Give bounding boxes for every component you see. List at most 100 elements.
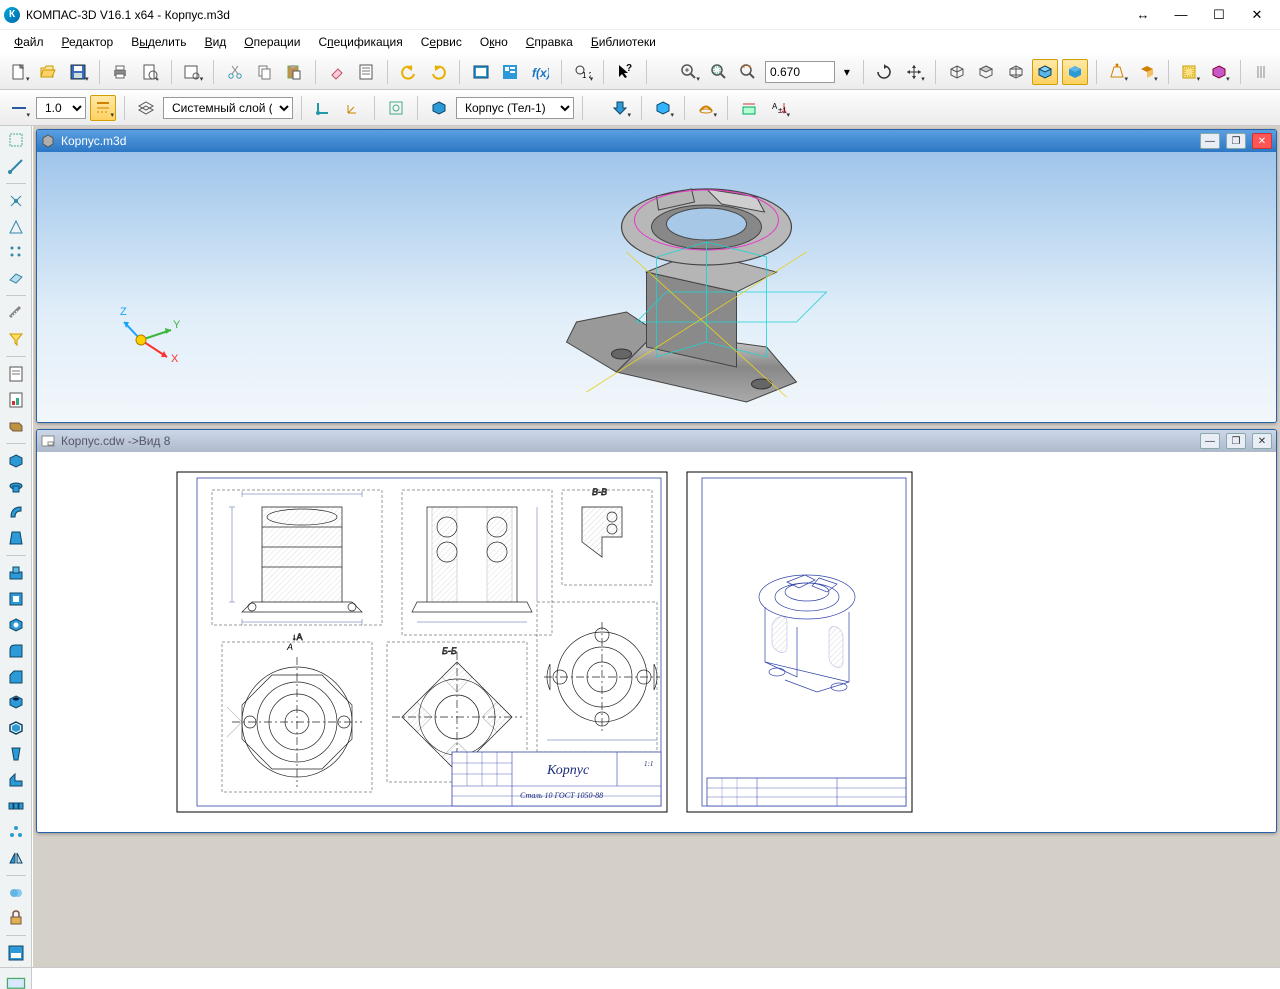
preview-sheet-button[interactable]: ▾	[180, 59, 206, 85]
menu-help[interactable]: Справка	[518, 32, 581, 52]
fillet-tool[interactable]	[3, 639, 29, 663]
hole-tool[interactable]	[3, 691, 29, 715]
print-preview-button[interactable]	[137, 59, 163, 85]
menu-file[interactable]: Файл	[6, 32, 52, 52]
win3d-restore[interactable]: ❐	[1226, 133, 1246, 149]
surface-button[interactable]: ▾	[693, 95, 719, 121]
line-type-toggle[interactable]: ▾	[90, 95, 116, 121]
menu-specification[interactable]: Спецификация	[310, 32, 410, 52]
variables-button[interactable]: f(x)	[527, 59, 553, 85]
menu-window[interactable]: Окно	[472, 32, 516, 52]
print-button[interactable]	[108, 59, 134, 85]
ucs-button[interactable]	[340, 95, 366, 121]
body-ops-tool[interactable]	[3, 881, 29, 905]
resize-handle-icon[interactable]: ↔	[1124, 2, 1162, 28]
extrude-toggle-button[interactable]: ▾	[607, 95, 633, 121]
appearance-button[interactable]: ▾	[1206, 59, 1232, 85]
lock-tool[interactable]	[3, 907, 29, 931]
cut-extrude-tool[interactable]	[3, 587, 29, 611]
boss-tool[interactable]	[3, 561, 29, 585]
save-button[interactable]: ▾	[65, 59, 91, 85]
zoom-dropdown[interactable]: ▾	[839, 59, 855, 85]
pattern-linear-tool[interactable]	[3, 794, 29, 818]
view-shaded-wire-button[interactable]	[1032, 59, 1058, 85]
dock-tool[interactable]	[3, 941, 29, 965]
view-front-button[interactable]	[973, 59, 999, 85]
projection-button[interactable]	[383, 95, 409, 121]
properties-button[interactable]	[353, 59, 379, 85]
viewport-3d[interactable]: Z Y X	[37, 152, 1276, 422]
paste-button[interactable]	[281, 59, 307, 85]
layer-select[interactable]: Системный слой (0)	[163, 97, 293, 119]
menu-editor[interactable]: Редактор	[54, 32, 122, 52]
select-tool[interactable]	[3, 128, 29, 152]
perspective-button[interactable]: ▾	[1105, 59, 1131, 85]
view-wireframe-button[interactable]	[1003, 59, 1029, 85]
close-button[interactable]: ✕	[1238, 2, 1276, 28]
end-grip-icon[interactable]	[1249, 59, 1275, 85]
plane-tool[interactable]	[3, 266, 29, 290]
sheetmetal-tool[interactable]	[3, 414, 29, 438]
open-button[interactable]	[36, 59, 62, 85]
grid-tool[interactable]	[3, 241, 29, 265]
render-settings-button[interactable]: ▾	[1177, 59, 1203, 85]
menu-service[interactable]: Сервис	[413, 32, 470, 52]
text-sort-button[interactable]: A±1▾	[766, 95, 792, 121]
new-button[interactable]: ▾	[6, 59, 32, 85]
menu-select[interactable]: Выделить	[123, 32, 194, 52]
cmd-opt-1[interactable]	[5, 976, 27, 988]
linewidth-select[interactable]: 1.0	[36, 97, 86, 119]
chamfer-tool[interactable]	[3, 665, 29, 689]
draft-tool[interactable]	[3, 742, 29, 766]
win2d-close[interactable]: ✕	[1252, 433, 1272, 449]
filter-tool[interactable]	[3, 327, 29, 351]
menu-libraries[interactable]: Библиотеки	[583, 32, 664, 52]
eraser-button[interactable]	[324, 59, 350, 85]
axis-tool[interactable]	[3, 215, 29, 239]
maximize-button[interactable]: ☐	[1200, 2, 1238, 28]
view-shaded-button[interactable]	[1062, 59, 1088, 85]
point-tool[interactable]	[3, 189, 29, 213]
rib-tool[interactable]	[3, 768, 29, 792]
pattern-circular-tool[interactable]	[3, 820, 29, 844]
redo-button[interactable]	[425, 59, 451, 85]
layer-icon[interactable]	[133, 95, 159, 121]
coordinates-button[interactable]: 1 2▾	[570, 59, 596, 85]
report-tool[interactable]	[3, 388, 29, 412]
shell-tool[interactable]	[3, 716, 29, 740]
undo-button[interactable]	[396, 59, 422, 85]
minimize-button[interactable]: —	[1162, 2, 1200, 28]
win2d-restore[interactable]: ❐	[1226, 433, 1246, 449]
measure-tool[interactable]	[3, 301, 29, 325]
library-manager-button[interactable]	[468, 59, 494, 85]
zoom-input[interactable]	[765, 61, 835, 83]
menu-view[interactable]: Вид	[197, 32, 235, 52]
line-style-button[interactable]: ▾	[6, 95, 32, 121]
sweep-tool[interactable]	[3, 500, 29, 524]
body-icon[interactable]	[426, 95, 452, 121]
lcs-button[interactable]	[310, 95, 336, 121]
zoom-fit-button[interactable]	[735, 59, 761, 85]
cut-revolve-tool[interactable]	[3, 613, 29, 637]
view-iso-button[interactable]	[944, 59, 970, 85]
body-select[interactable]: Корпус (Тел-1)	[456, 97, 574, 119]
zoom-in-button[interactable]: ▾	[676, 59, 702, 85]
menu-operations[interactable]: Операции	[236, 32, 308, 52]
win3d-minimize[interactable]: —	[1200, 133, 1220, 149]
loft-tool[interactable]	[3, 526, 29, 550]
model-tree-button[interactable]	[498, 59, 524, 85]
pan-button[interactable]: ▾	[901, 59, 927, 85]
copy-button[interactable]	[252, 59, 278, 85]
solid-button[interactable]: ▾	[650, 95, 676, 121]
win3d-close[interactable]: ✕	[1252, 133, 1272, 149]
zoom-window-button[interactable]	[706, 59, 732, 85]
mirror-tool[interactable]	[3, 846, 29, 870]
spec-tool[interactable]	[3, 362, 29, 386]
extrude-tool[interactable]	[3, 449, 29, 473]
help-cursor-button[interactable]: ?	[612, 59, 638, 85]
rotate-button[interactable]	[872, 59, 898, 85]
win2d-minimize[interactable]: —	[1200, 433, 1220, 449]
viewport-2d[interactable]: ↓А	[37, 452, 1276, 832]
section-view-button[interactable]: ▾	[1134, 59, 1160, 85]
dimension-color-button[interactable]	[736, 95, 762, 121]
